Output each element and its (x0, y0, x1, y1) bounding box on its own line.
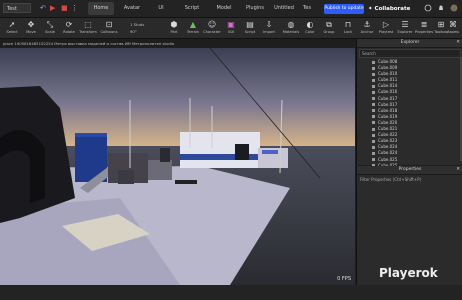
tab-avatar[interactable]: Avatar (120, 2, 144, 15)
cube-icon (372, 60, 375, 64)
cube-icon (372, 72, 375, 76)
cube-icon (372, 121, 375, 125)
cube-icon (372, 84, 375, 88)
collaborate-button[interactable]: ✦ Collaborate (368, 3, 416, 15)
blue-container-top (75, 133, 107, 137)
explorer-title: Explorer (400, 40, 420, 45)
cube-icon (372, 151, 375, 155)
item-label: Cube.017 (378, 101, 398, 107)
sign-panel (262, 150, 278, 154)
notifications-icon[interactable] (437, 4, 445, 12)
cube-icon (372, 145, 375, 149)
properties-close-icon[interactable]: ✕ (456, 166, 460, 174)
item-label: Cube.025 (378, 156, 398, 162)
publish-button[interactable]: Publish to update (324, 4, 364, 14)
explorer-panel: Explorer ✕ Search Cube.008 Cube.009 Cube… (356, 39, 462, 168)
cube-icon (372, 158, 375, 161)
tab-untitled[interactable]: Untitled (272, 2, 296, 15)
properties-header: Properties ✕ (357, 166, 462, 175)
item-label: Cube.020 (378, 119, 398, 125)
transform-icon: ⬚ (84, 20, 92, 29)
item-label: Cube.021 (378, 126, 398, 132)
share-icon[interactable] (424, 4, 432, 12)
item-label: Cube.022 (378, 132, 398, 138)
item-label: Cube.009 (378, 65, 398, 71)
cube-icon (372, 115, 375, 119)
item-label: Cube.019 (378, 113, 398, 119)
document-tab-row: place 1905816485152254 Метро выставка мо… (0, 39, 355, 47)
explorer-close-icon[interactable]: ✕ (456, 39, 460, 47)
rotate-snap-value[interactable]: 90° (130, 29, 137, 34)
place-tab[interactable]: place 1905816485152254 Метро выставка мо… (3, 40, 203, 47)
collisions-icon: ⊡ (105, 20, 113, 29)
explorer-header: Explorer ✕ (357, 39, 462, 48)
project-selector[interactable]: Test (3, 3, 31, 13)
bench (175, 180, 197, 184)
cube-icon (372, 90, 375, 94)
cube-icon (372, 109, 375, 113)
status-bar (0, 285, 462, 300)
fps-counter: 0 FPS (337, 276, 351, 282)
item-label: Cube.024 (378, 150, 398, 156)
assets-tool[interactable]: ⌘ Assets (444, 20, 462, 37)
cube-icon (372, 66, 375, 70)
small-machine (160, 148, 170, 162)
item-label: Cube.018 (378, 107, 398, 113)
collisions-tool[interactable]: ⊡ Collisions (98, 20, 120, 37)
collaborate-label: Collaborate (374, 6, 411, 12)
more-icon[interactable]: ⋮ (71, 5, 78, 12)
item-label: Cube.016 (378, 89, 398, 95)
item-label: Cube.011 (378, 77, 398, 83)
cube-icon (372, 97, 375, 101)
item-label: Cube.010 (378, 71, 398, 77)
item-label: Cube.008 (378, 59, 398, 64)
3d-viewport[interactable]: 0 FPS (0, 48, 355, 285)
undo-icon[interactable]: ↶ (40, 5, 46, 12)
cube-icon (372, 103, 375, 107)
import-label: Import (263, 30, 275, 34)
scene-render (0, 48, 355, 285)
stud-snap-value[interactable]: 1 Studs (130, 22, 144, 27)
item-label: Cube.017 (378, 95, 398, 101)
ribbon-toolbar: ➚ Select ✥ Move ⤡ Scale ⟳ Rotate ⬚ Transform … (0, 18, 462, 39)
item-label: Cube.023 (378, 138, 398, 144)
top-menu-bar: Test ↶ ▶ ■ ⋮ Home Avatar UI Script Model… (0, 0, 462, 18)
transform-label: Transform (79, 30, 97, 34)
tab-script[interactable]: Script (180, 2, 204, 15)
tab-home[interactable]: Home (88, 2, 114, 15)
cube-icon (372, 139, 375, 143)
tab-model[interactable]: Model (212, 2, 236, 15)
gray-block (148, 160, 172, 180)
explorer-tree: Cube.008 Cube.009 Cube.010 Cube.011 Cube… (357, 59, 462, 169)
play-icon[interactable]: ▶ (50, 5, 55, 12)
assets-icon: ⌘ (449, 20, 457, 29)
stop-icon[interactable]: ■ (61, 5, 68, 12)
tab-ui[interactable]: UI (152, 2, 170, 15)
import-tool[interactable]: ⇩ Import (258, 20, 280, 37)
assets-label: Assets (447, 30, 459, 34)
properties-filter-input[interactable]: Filter Properties (Ctrl+Shift+P) (359, 176, 461, 183)
import-icon: ⇩ (265, 20, 273, 29)
collisions-label: Collisions (100, 30, 118, 34)
dark-door (235, 144, 249, 160)
tab-plugins[interactable]: Plugins (242, 2, 268, 15)
tab-test[interactable]: Tes (300, 2, 314, 15)
item-label: Cube.014 (378, 83, 398, 89)
explorer-search-input[interactable]: Search (359, 49, 461, 58)
avatar[interactable] (450, 4, 458, 12)
crate (118, 170, 134, 184)
cube-icon (372, 127, 375, 131)
watermark: Playerok (379, 266, 438, 280)
transform-tool[interactable]: ⬚ Transform (77, 20, 99, 37)
properties-title: Properties (398, 167, 422, 172)
cube-icon (372, 133, 375, 137)
item-label: Cube.024 (378, 144, 398, 150)
cube-icon (372, 78, 375, 82)
